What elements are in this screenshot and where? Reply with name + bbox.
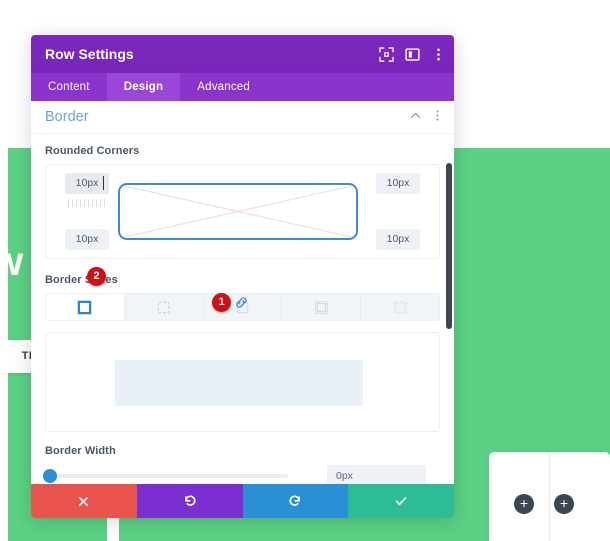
border-section-title: Border: [45, 109, 89, 125]
border-style-solid[interactable]: [46, 294, 125, 320]
border-section-header[interactable]: Border: [31, 101, 454, 134]
corner-input-bottom-left[interactable]: 10px: [65, 229, 109, 250]
border-style-double[interactable]: [282, 294, 362, 320]
corner-preview-box[interactable]: [118, 183, 358, 240]
modal-header: Row Settings: [31, 35, 454, 73]
undo-button[interactable]: [136, 484, 243, 518]
add-panel-divider: [549, 452, 550, 541]
text-caret: [103, 176, 104, 190]
border-width-label: Border Width: [45, 445, 116, 457]
corner-range-hatch-marks: [68, 199, 106, 207]
chevron-up-icon[interactable]: [409, 109, 422, 127]
annotation-badge-2: 2: [87, 267, 106, 286]
modal-header-icon-group: [379, 35, 446, 73]
border-style-dashed[interactable]: [124, 294, 204, 320]
row-settings-modal: Row Settings Content Design Advanced Bor…: [31, 35, 454, 518]
border-preview-box: [45, 332, 440, 432]
border-width-value-input[interactable]: 0px: [327, 465, 426, 484]
more-options-icon[interactable]: [431, 47, 446, 62]
border-section-actions: [409, 101, 444, 134]
rounded-corners-block: Rounded Corners 10px 10px 10px 10px: [31, 134, 454, 259]
layout-view-icon[interactable]: [405, 47, 420, 62]
link-chain-icon[interactable]: [234, 295, 249, 310]
rounded-corners-label: Rounded Corners: [45, 145, 140, 157]
cancel-button[interactable]: [31, 484, 137, 518]
section-more-options-icon[interactable]: [431, 109, 444, 127]
check-icon: [394, 494, 408, 508]
add-module-panel: + +: [489, 452, 610, 541]
undo-arrow-icon: [183, 494, 197, 508]
modal-title: Row Settings: [45, 46, 134, 62]
add-module-button-right[interactable]: +: [554, 494, 574, 514]
corner-input-top-right[interactable]: 10px: [376, 173, 420, 194]
background-headline: New: [0, 238, 23, 284]
border-width-slider-knob[interactable]: [43, 469, 57, 483]
border-style-groove[interactable]: [361, 294, 439, 320]
border-width-slider-track[interactable]: [43, 469, 288, 483]
modal-footer-actions: [31, 484, 454, 518]
rounded-corners-control: 10px 10px 10px 10px: [45, 164, 440, 259]
tab-content[interactable]: Content: [31, 73, 107, 101]
corner-input-top-left[interactable]: 10px: [65, 173, 109, 194]
tab-advanced[interactable]: Advanced: [180, 73, 267, 101]
modal-body: Border Rounded Corners 10px 10px 10px 10…: [31, 101, 454, 484]
modal-scrollbar[interactable]: [446, 163, 452, 329]
redo-arrow-icon: [288, 494, 302, 508]
corner-input-bottom-right[interactable]: 10px: [376, 229, 420, 250]
modal-tab-bar: Content Design Advanced: [31, 73, 454, 101]
redo-button[interactable]: [242, 484, 349, 518]
fullscreen-icon[interactable]: [379, 46, 394, 62]
close-x-icon: [77, 495, 90, 508]
border-width-block: Border Width 0px: [31, 432, 454, 484]
border-width-slider-row: 0px: [43, 465, 440, 484]
add-module-button-left[interactable]: +: [514, 494, 534, 514]
tab-design[interactable]: Design: [106, 73, 181, 101]
save-button[interactable]: [348, 484, 454, 518]
annotation-badge-1: 1: [212, 293, 231, 312]
border-preview-inner: [115, 360, 363, 406]
